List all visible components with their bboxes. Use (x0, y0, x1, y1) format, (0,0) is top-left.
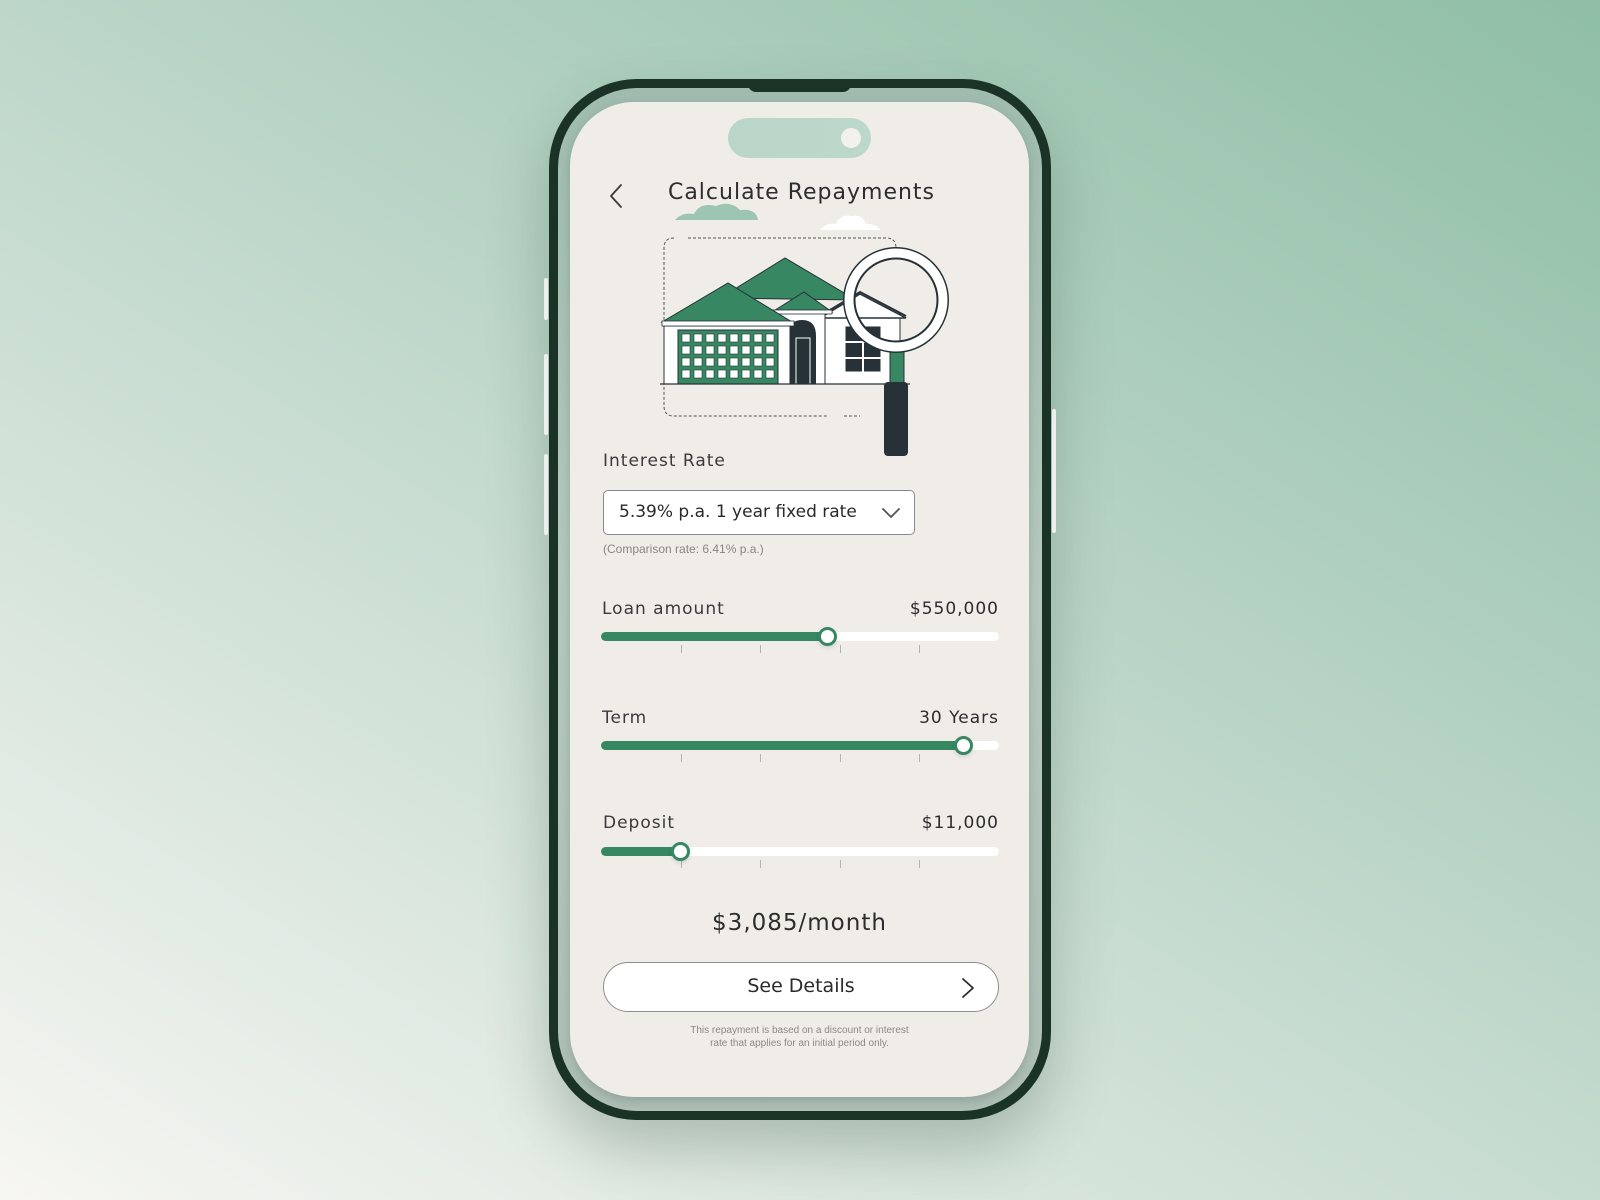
garage-panel (765, 369, 775, 379)
slider-thumb[interactable] (953, 736, 973, 755)
loan-amount-label: Loan amount (602, 599, 725, 619)
garage-panel (741, 369, 751, 379)
slider-tick (680, 860, 682, 868)
slider-thumb[interactable] (818, 627, 838, 646)
garage-panel (741, 357, 751, 367)
garage-panel (741, 345, 751, 355)
garage-door (677, 329, 779, 385)
slider-fill (601, 741, 964, 750)
magnifier-handle (884, 382, 908, 456)
garage-panel (681, 369, 691, 379)
garage-panel (753, 345, 763, 355)
house-illustration (660, 203, 949, 456)
garage-panel (729, 369, 739, 379)
garage-panel (753, 333, 763, 343)
garage-panel (729, 357, 739, 367)
garage-panel (705, 333, 715, 343)
interest-rate-dropdown[interactable]: 5.39% p.a. 1 year fixed rate (603, 490, 915, 535)
garage-panel (681, 333, 691, 343)
phone-screen: Calculate Repayments Interest Rate 5.39%… (570, 102, 1029, 1097)
deposit-slider[interactable] (601, 837, 999, 868)
monthly-repayment: $3,085/month (712, 910, 887, 936)
silent-switch (544, 278, 548, 320)
chevron-down-icon (882, 508, 900, 518)
garage-panel (693, 369, 703, 379)
dynamic-island (728, 118, 871, 158)
garage-panel (717, 369, 727, 379)
term-slider[interactable] (601, 731, 999, 762)
house-door (788, 320, 816, 384)
see-details-label: See Details (747, 975, 855, 997)
interest-rate-label: Interest Rate (603, 451, 726, 471)
garage-panel (765, 345, 775, 355)
volume-up-button (544, 354, 548, 435)
interest-rate-value: 5.39% p.a. 1 year fixed rate (619, 502, 857, 522)
garage-panel (717, 357, 727, 367)
garage-panel (729, 345, 739, 355)
loan-amount-value: $550,000 (909, 599, 999, 619)
phone-notch (748, 79, 851, 92)
cloud-white (820, 215, 880, 230)
slider-tick (760, 860, 762, 868)
garage-panel (693, 333, 703, 343)
garage-panel (741, 333, 751, 343)
disclaimer-text: This repayment is based on a discount or… (570, 1024, 1029, 1050)
chevron-right-icon (962, 978, 974, 998)
deposit-value: $11,000 (921, 813, 999, 833)
garage-panel (681, 357, 691, 367)
slider-fill (601, 632, 828, 641)
term-value: 30 Years (919, 708, 999, 728)
garage-panel (705, 345, 715, 355)
volume-down-button (544, 454, 548, 535)
slider-thumb[interactable] (671, 842, 691, 861)
garage-panel (705, 369, 715, 379)
slider-tick (919, 645, 921, 653)
slider-tick (919, 860, 921, 868)
garage-panel (693, 345, 703, 355)
page-title: Calculate Repayments (667, 180, 936, 205)
loan-amount-slider[interactable] (601, 622, 999, 653)
garage-panel (705, 357, 715, 367)
slider-tick (680, 754, 682, 762)
deposit-label: Deposit (603, 813, 675, 833)
see-details-button[interactable]: See Details (603, 962, 999, 1012)
slider-tick (919, 754, 921, 762)
garage-panel (753, 357, 763, 367)
garage-panel (693, 357, 703, 367)
slider-tick (680, 645, 682, 653)
slider-tick (760, 754, 762, 762)
garage-panel (765, 357, 775, 367)
slider-tick (839, 860, 841, 868)
power-button (1052, 409, 1056, 533)
cloud-green (675, 203, 758, 220)
garage-panel (753, 369, 763, 379)
slider-tick (839, 754, 841, 762)
slider-tick (760, 645, 762, 653)
disclaimer-line-1: This repayment is based on a discount or… (690, 1025, 909, 1036)
slider-tick (839, 645, 841, 653)
garage-panel (729, 333, 739, 343)
garage-panel (681, 345, 691, 355)
term-label: Term (602, 708, 648, 728)
camera-icon (841, 128, 861, 148)
garage-panel (717, 345, 727, 355)
comparison-rate: (Comparison rate: 6.41% p.a.) (603, 542, 764, 556)
garage-panel (765, 333, 775, 343)
garage-panel (717, 333, 727, 343)
magnifier-neck (889, 349, 905, 385)
disclaimer-line-2: rate that applies for an initial period … (710, 1038, 889, 1049)
slider-fill (601, 847, 681, 856)
